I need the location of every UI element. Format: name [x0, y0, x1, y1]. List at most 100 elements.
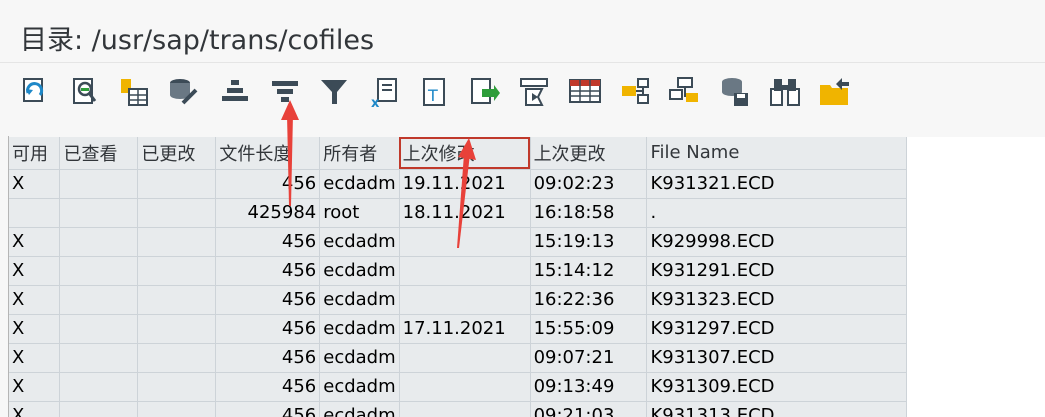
table-cell[interactable]: 456 — [215, 169, 321, 199]
table-cell[interactable]: 456 — [215, 227, 321, 257]
table-cell[interactable]: ecdadm — [319, 401, 400, 417]
table-cell[interactable]: X — [9, 343, 61, 373]
table-row[interactable]: X 456 ecdadm 16:22:36 K931323.ECD — [9, 285, 1045, 315]
table-cell[interactable] — [137, 343, 217, 373]
table-cell[interactable]: 456 — [215, 372, 321, 402]
table-cell[interactable]: 09:13:49 — [530, 372, 648, 402]
table-cell[interactable]: 09:21:03 — [530, 401, 648, 417]
filter-icon[interactable] — [318, 75, 352, 109]
table-cell[interactable] — [59, 169, 139, 199]
table-cell[interactable]: 17.11.2021 — [399, 314, 531, 344]
table-cell[interactable]: ecdadm — [319, 343, 400, 373]
column-header-changed[interactable]: 已更改 — [137, 137, 217, 170]
column-header-file-length[interactable]: 文件长度 — [215, 137, 321, 170]
table-cell[interactable] — [59, 256, 139, 286]
table-row[interactable]: X 456 ecdadm 17.11.2021 15:55:09 K931297.ECD — [9, 314, 1045, 344]
table-cell[interactable]: 16:22:36 — [530, 285, 648, 315]
table-row[interactable]: X 456 ecdadm 15:19:13 K929998.ECD — [9, 227, 1045, 257]
table-cell[interactable] — [399, 227, 531, 257]
table-row[interactable]: X 456 ecdadm 19.11.2021 09:02:23 K931321.ECD — [9, 169, 1045, 199]
table-cell[interactable] — [59, 343, 139, 373]
table-cell[interactable]: K931307.ECD — [646, 343, 907, 373]
column-header-viewed[interactable]: 已查看 — [59, 137, 139, 170]
table-cell[interactable]: 09:02:23 — [530, 169, 648, 199]
table-row[interactable]: X 456 ecdadm 15:14:12 K931291.ECD — [9, 256, 1045, 286]
save-local-icon[interactable] — [718, 75, 752, 109]
table-cell[interactable]: X — [9, 169, 61, 199]
table-cell[interactable]: ecdadm — [319, 314, 400, 344]
table-cell[interactable]: 18.11.2021 — [399, 198, 531, 228]
column-header-last-changed[interactable]: 上次更改 — [530, 137, 648, 170]
table-cell[interactable] — [137, 198, 217, 228]
text-export-icon[interactable]: T — [418, 75, 452, 109]
table-row[interactable]: X 456 ecdadm 09:21:03 K931313.ECD — [9, 401, 1045, 417]
table-cell[interactable]: X — [9, 314, 61, 344]
table-cell[interactable] — [399, 285, 531, 315]
table-cell[interactable]: ecdadm — [319, 169, 400, 199]
table-cell[interactable]: 16:18:58 — [530, 198, 648, 228]
table-cell[interactable] — [137, 169, 217, 199]
table-cell[interactable] — [137, 227, 217, 257]
table-cell[interactable]: K931291.ECD — [646, 256, 907, 286]
table-cell[interactable]: 15:55:09 — [530, 314, 648, 344]
table-cell[interactable]: 456 — [215, 314, 321, 344]
table-cell[interactable]: 456 — [215, 285, 321, 315]
table-cell[interactable]: ecdadm — [319, 372, 400, 402]
select-layout-icon[interactable] — [116, 75, 150, 109]
table-row[interactable]: X 456 ecdadm 09:13:49 K931309.ECD — [9, 372, 1045, 402]
table-cell[interactable]: X — [9, 285, 61, 315]
table-row[interactable]: X 456 ecdadm 09:07:21 K931307.ECD — [9, 343, 1045, 373]
table-cell[interactable] — [137, 314, 217, 344]
table-cell[interactable]: ecdadm — [319, 227, 400, 257]
folder-back-icon[interactable] — [818, 75, 852, 109]
table-cell[interactable]: K931313.ECD — [646, 401, 907, 417]
table-cell[interactable] — [9, 198, 61, 228]
hierarchy-icon[interactable] — [618, 75, 652, 109]
table-cell[interactable]: K929998.ECD — [646, 227, 907, 257]
table-cell[interactable] — [399, 401, 531, 417]
table-cell[interactable] — [399, 256, 531, 286]
refresh-icon[interactable] — [18, 75, 52, 109]
table-cell[interactable]: X — [9, 372, 61, 402]
table-cell[interactable] — [137, 285, 217, 315]
table-cell[interactable] — [137, 372, 217, 402]
table-cell[interactable] — [59, 314, 139, 344]
binoculars-icon[interactable] — [768, 75, 802, 109]
table-cell[interactable]: 15:14:12 — [530, 256, 648, 286]
table-cell[interactable]: K931321.ECD — [646, 169, 907, 199]
column-header-available[interactable]: 可用 — [9, 137, 61, 170]
table-row[interactable]: 425984 root 18.11.2021 16:18:58. — [9, 198, 1045, 228]
abc-analysis-icon[interactable] — [518, 75, 552, 109]
table-cell[interactable]: 19.11.2021 — [399, 169, 531, 199]
table-view-icon[interactable] — [568, 75, 602, 109]
details-icon[interactable] — [68, 75, 102, 109]
table-cell[interactable] — [137, 401, 217, 417]
table-cell[interactable]: ecdadm — [319, 285, 400, 315]
table-cell[interactable]: 456 — [215, 256, 321, 286]
table-cell[interactable] — [399, 372, 531, 402]
table-cell[interactable]: root — [319, 198, 400, 228]
table-cell[interactable] — [59, 227, 139, 257]
table-cell[interactable]: ecdadm — [319, 256, 400, 286]
table-cell[interactable]: 456 — [215, 343, 321, 373]
sort-descending-icon[interactable] — [268, 75, 302, 109]
column-header-file-name[interactable]: File Name — [646, 137, 907, 170]
column-header-last-modified[interactable]: 上次修改 — [399, 137, 531, 170]
excel-export-icon[interactable]: x — [368, 75, 402, 109]
table-cell[interactable] — [399, 343, 531, 373]
table-cell[interactable]: 425984 — [215, 198, 321, 228]
sort-ascending-icon[interactable] — [218, 75, 252, 109]
table-cell[interactable]: X — [9, 401, 61, 417]
table-cell[interactable]: K931323.ECD — [646, 285, 907, 315]
table-cell[interactable]: K931309.ECD — [646, 372, 907, 402]
table-cell[interactable]: 456 — [215, 401, 321, 417]
table-cell[interactable]: 15:19:13 — [530, 227, 648, 257]
table-cell[interactable] — [59, 285, 139, 315]
table-cell[interactable]: K931297.ECD — [646, 314, 907, 344]
table-cell[interactable]: X — [9, 227, 61, 257]
table-cell[interactable] — [137, 256, 217, 286]
tree-icon[interactable] — [668, 75, 702, 109]
edit-icon[interactable] — [166, 75, 200, 109]
table-cell[interactable]: X — [9, 256, 61, 286]
table-cell[interactable] — [59, 372, 139, 402]
